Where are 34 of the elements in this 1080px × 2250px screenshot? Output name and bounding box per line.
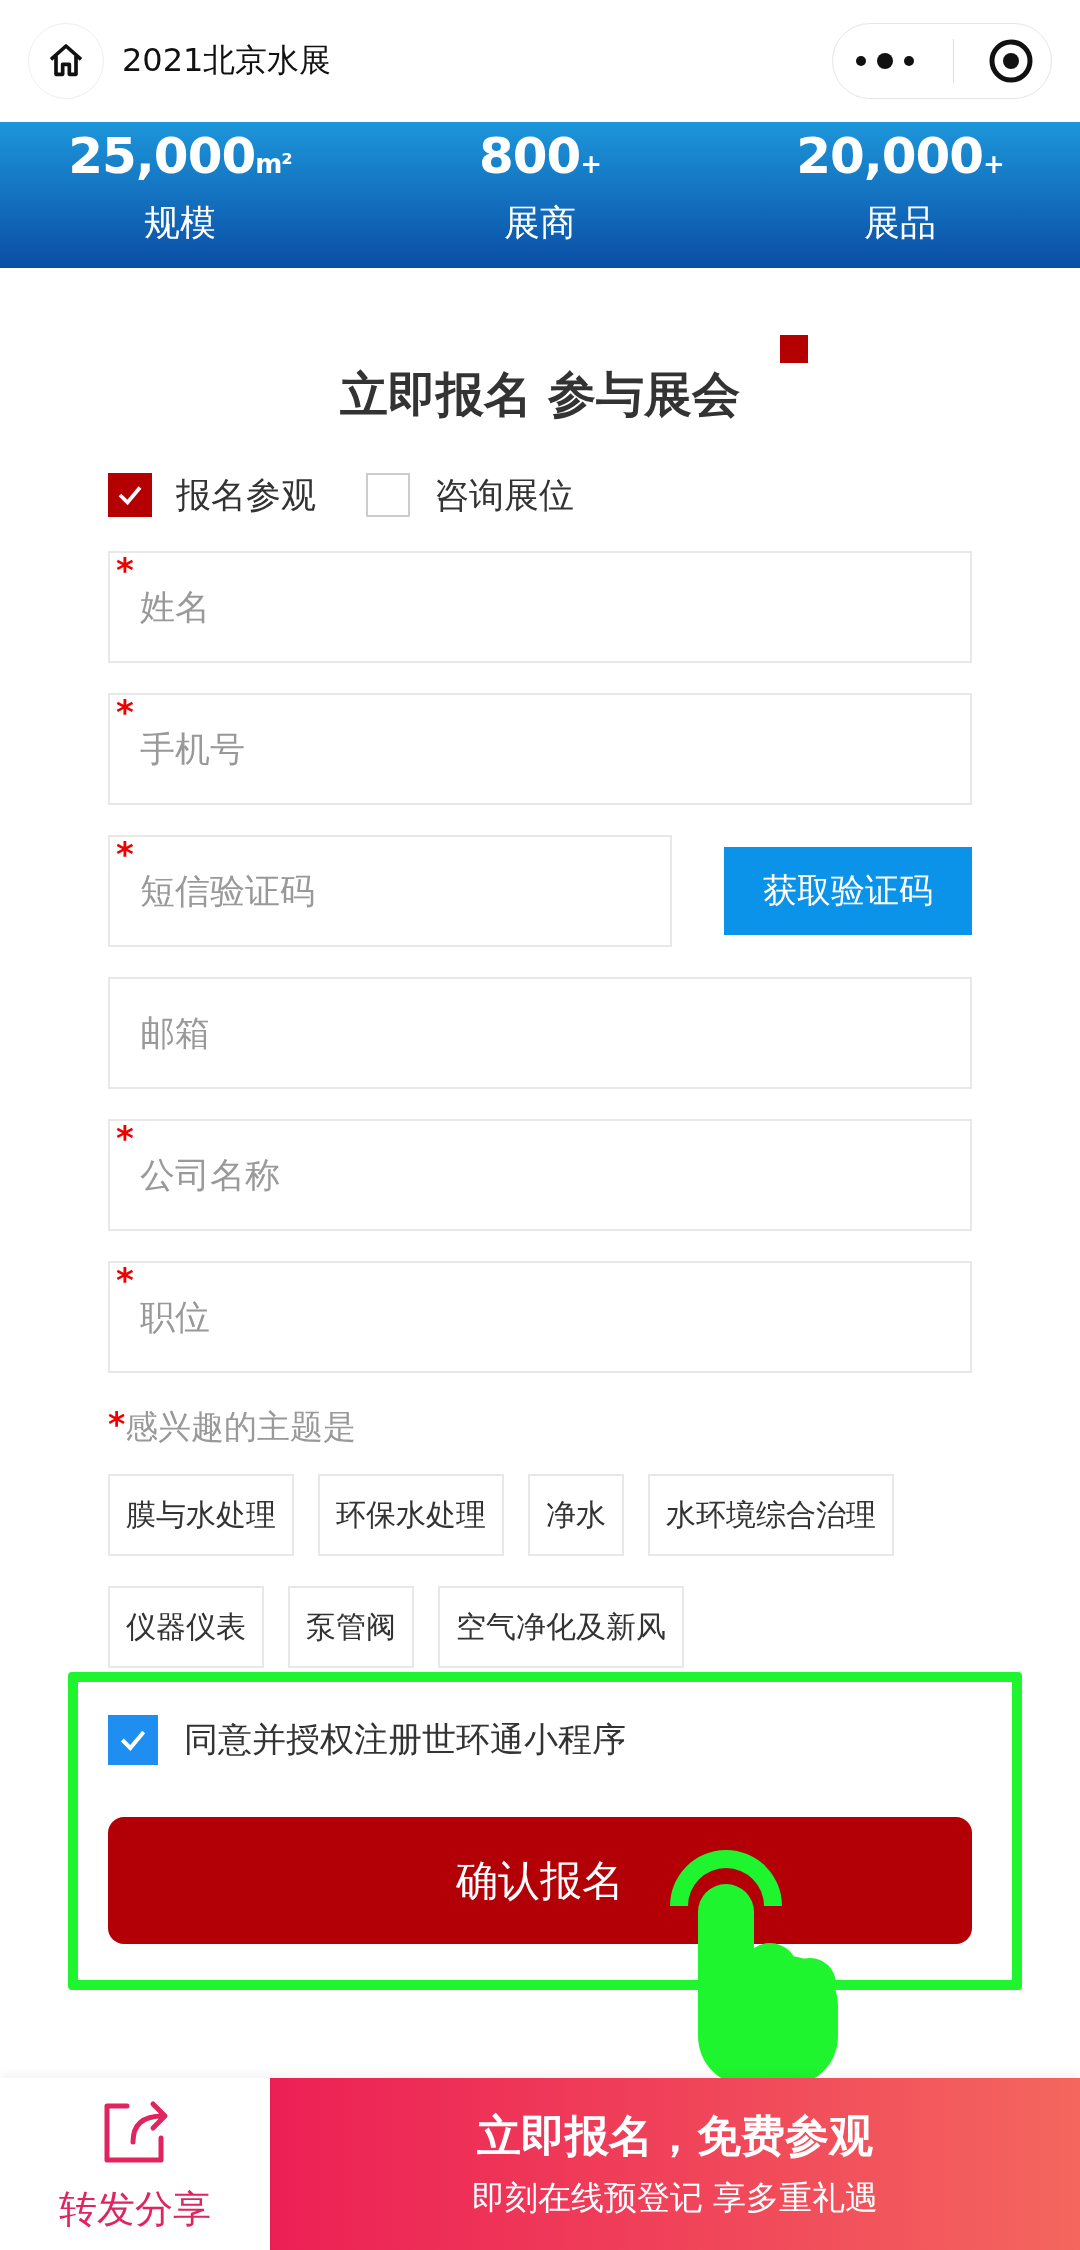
checkbox[interactable] [108,473,152,517]
cta-title: 立即报名，免费参观 [477,2109,873,2163]
stat-label: 展品 [864,201,936,245]
option-label: 报名参观 [176,473,316,517]
required-asterisk: * [116,837,134,871]
title-marker [780,335,808,363]
topic-tag[interactable]: 空气净化及新风 [438,1586,684,1668]
input-field[interactable]: 邮箱 [108,977,972,1089]
stat-value: 25,000m² [68,126,292,187]
checkbox[interactable] [108,1715,158,1765]
required-asterisk: * [116,1263,134,1297]
interest-label: 感兴趣的主题是 [125,1406,357,1448]
confirm-button[interactable]: 确认报名 [108,1817,972,1944]
form-title: 立即报名 参与展会 [339,365,741,424]
stat-value: 20,000+ [796,126,1004,187]
topic-tag[interactable]: 仪器仪表 [108,1586,264,1668]
topic-tag[interactable]: 泵管阀 [288,1586,414,1668]
agree-label: 同意并授权注册世环通小程序 [184,1718,626,1761]
required-asterisk: * [116,695,134,729]
stat-label: 规模 [144,201,216,245]
option-label: 咨询展位 [434,473,574,517]
stat-value: 800+ [478,126,602,187]
topic-tag[interactable]: 环保水处理 [318,1474,504,1556]
register-banner-button[interactable]: 立即报名，免费参观 即刻在线预登记 享多重礼遇 [270,2078,1080,2250]
topic-tag[interactable]: 膜与水处理 [108,1474,294,1556]
topic-tag[interactable]: 净水 [528,1474,624,1556]
topic-tag[interactable]: 水环境综合治理 [648,1474,894,1556]
required-asterisk: * [116,1121,134,1155]
cta-subtitle: 即刻在线预登记 享多重礼遇 [471,2177,879,2219]
app-title: 2021北京水展 [122,40,333,81]
required-asterisk: * [116,553,134,587]
stat-label: 展商 [504,201,576,245]
share-button[interactable]: 转发分享 [0,2078,270,2250]
required-asterisk: * [108,1405,126,1444]
